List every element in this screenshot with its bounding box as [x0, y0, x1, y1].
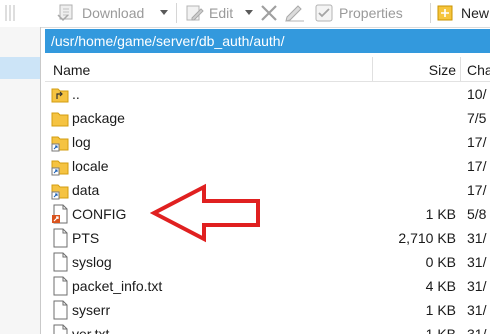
- parent-directory-icon: [51, 88, 69, 103]
- folder-link-icon: [51, 184, 69, 200]
- file-name: CONFIG: [72, 206, 127, 222]
- edit-icon: [186, 5, 204, 21]
- file-changed: 10/: [467, 86, 487, 102]
- list-item[interactable]: CONFIG 1 KB 5/8: [45, 202, 490, 226]
- overflow-icon: [5, 5, 15, 21]
- file-icon: [53, 300, 68, 320]
- new-icon: [437, 5, 453, 21]
- toolbar-separator: [430, 3, 431, 23]
- column-divider[interactable]: [372, 57, 373, 81]
- file-name: syserr: [72, 302, 111, 318]
- file-changed: 17/: [467, 182, 487, 198]
- column-header-name[interactable]: Name: [53, 62, 90, 78]
- toolbar-overflow[interactable]: [4, 3, 28, 23]
- rename-icon: [285, 5, 304, 22]
- file-size: 0 KB: [425, 254, 456, 270]
- file-name: syslog: [72, 254, 112, 270]
- file-icon: [53, 228, 68, 248]
- list-item[interactable]: log 17/: [45, 130, 490, 154]
- file-changed: 31/: [467, 254, 487, 270]
- file-size: 2,710 KB: [398, 230, 456, 246]
- file-name: log: [72, 134, 91, 150]
- download-button[interactable]: Download: [56, 3, 144, 23]
- file-changed: 17/: [467, 134, 487, 150]
- file-name: locale: [72, 158, 109, 174]
- file-name: package: [72, 110, 125, 126]
- edit-label: Edit: [209, 5, 234, 21]
- folder-link-icon: [51, 136, 69, 152]
- column-header-size[interactable]: Size: [429, 62, 456, 78]
- download-label: Download: [82, 5, 145, 21]
- list-item[interactable]: syslog 0 KB 31/: [45, 250, 490, 274]
- file-icon: [53, 252, 68, 272]
- delete-button[interactable]: [259, 3, 279, 23]
- properties-button[interactable]: Properties: [314, 3, 403, 23]
- edit-dropdown-arrow[interactable]: [245, 10, 253, 15]
- toolbar: Download Edit Properties New: [0, 0, 490, 28]
- download-dropdown-arrow[interactable]: [160, 10, 168, 15]
- file-size: 4 KB: [425, 278, 456, 294]
- file-changed: 17/: [467, 158, 487, 174]
- file-changed: 31/: [467, 302, 487, 318]
- properties-label: Properties: [339, 5, 403, 21]
- file-name: PTS: [72, 230, 100, 246]
- list-item[interactable]: locale 17/: [45, 154, 490, 178]
- file-changed: 7/5: [467, 110, 487, 126]
- left-pane-selection[interactable]: [0, 57, 40, 79]
- column-header-changed[interactable]: Cha: [467, 62, 490, 78]
- delete-icon: [261, 5, 277, 21]
- properties-icon: [315, 4, 333, 22]
- list-item[interactable]: data 17/: [45, 178, 490, 202]
- file-size: 1 KB: [425, 326, 456, 334]
- file-list: .. 10/ package 7/5 log 17/ locale 17/ da…: [45, 82, 490, 334]
- file-size: 1 KB: [425, 302, 456, 318]
- left-pane[interactable]: [0, 27, 41, 334]
- file-size: 1 KB: [425, 206, 456, 222]
- download-icon: [57, 4, 73, 22]
- file-changed: 31/: [467, 230, 487, 246]
- list-item[interactable]: syserr 1 KB 31/: [45, 298, 490, 322]
- file-icon: [53, 276, 68, 296]
- file-name: data: [72, 182, 100, 198]
- folder-link-icon: [51, 160, 69, 176]
- folder-icon: [51, 112, 69, 127]
- new-button[interactable]: New: [436, 3, 489, 23]
- edit-button[interactable]: Edit: [184, 3, 233, 23]
- rename-button[interactable]: [284, 3, 306, 23]
- file-changed: 31/: [467, 326, 487, 334]
- column-divider[interactable]: [460, 57, 461, 81]
- list-item[interactable]: ver.txt 1 KB 31/: [45, 322, 490, 334]
- file-name: ..: [72, 86, 80, 102]
- path-bar[interactable]: /usr/home/game/server/db_auth/auth/: [45, 29, 490, 53]
- file-icon: [53, 324, 68, 334]
- file-name: ver.txt: [72, 326, 110, 334]
- list-item[interactable]: PTS 2,710 KB 31/: [45, 226, 490, 250]
- toolbar-separator: [176, 3, 177, 23]
- list-item[interactable]: package 7/5: [45, 106, 490, 130]
- file-changed: 5/8: [467, 206, 487, 222]
- list-item[interactable]: .. 10/: [45, 82, 490, 106]
- list-item[interactable]: packet_info.txt 4 KB 31/: [45, 274, 490, 298]
- file-list-header: Name Size Cha: [45, 57, 490, 82]
- file-name: packet_info.txt: [72, 278, 163, 294]
- annotation-arrow: [150, 183, 260, 243]
- new-label: New: [461, 5, 490, 21]
- file-link-icon: [52, 204, 68, 224]
- file-changed: 31/: [467, 278, 487, 294]
